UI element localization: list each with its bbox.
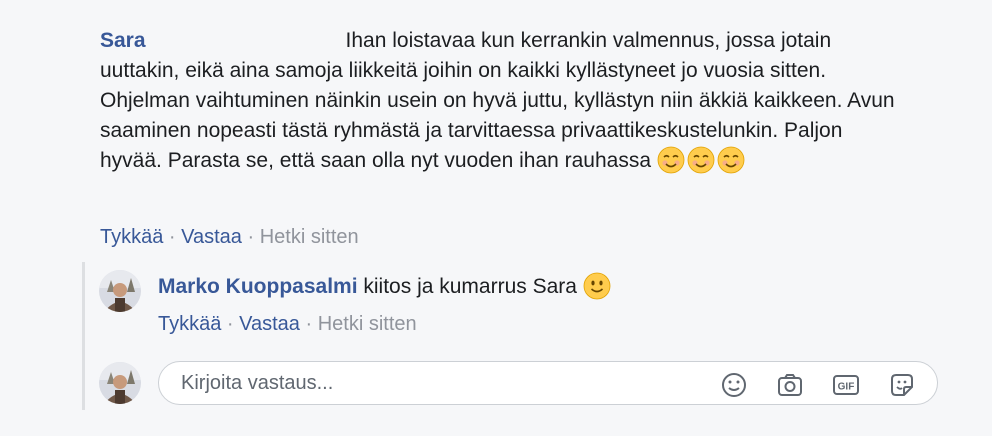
- current-user-avatar: [99, 362, 141, 404]
- reply-thread-line: [82, 262, 85, 410]
- separator: ·: [221, 313, 240, 335]
- reply-actions: Tykkää · Vastaa · Hetki sitten: [158, 312, 417, 336]
- gif-icon[interactable]: GIF: [831, 370, 861, 400]
- comment-body: Sara Ihan loistavaa kun kerrankin valmenn…: [100, 26, 900, 176]
- avatar-photo: [99, 362, 141, 404]
- reply-timestamp[interactable]: Hetki sitten: [318, 313, 417, 335]
- camera-icon[interactable]: [775, 370, 805, 400]
- reply-author-avatar[interactable]: [99, 270, 141, 312]
- reply-input[interactable]: Kirjoita vastaus... GIF: [158, 361, 938, 405]
- reply-link[interactable]: Vastaa: [181, 226, 242, 248]
- like-link[interactable]: Tykkää: [100, 226, 163, 248]
- smiling-face-icon: [717, 146, 745, 174]
- comment-text: Ihan loistavaa kun kerrankin valmennus, …: [100, 29, 895, 172]
- separator: ·: [241, 226, 260, 248]
- reply-author-link[interactable]: Marko Kuoppasalmi: [158, 275, 358, 298]
- reply-link[interactable]: Vastaa: [239, 313, 300, 335]
- sticker-icon[interactable]: [887, 370, 917, 400]
- reply-text: kiitos ja kumarrus Sara: [363, 275, 577, 298]
- emoji-icon[interactable]: [719, 370, 749, 400]
- reply-body: Marko Kuoppasalmi kiitos ja kumarrus Sar…: [158, 272, 613, 302]
- slightly-smiling-face-icon: [583, 272, 611, 300]
- svg-text:GIF: GIF: [838, 382, 855, 393]
- like-link[interactable]: Tykkää: [158, 313, 221, 335]
- comment-author-link[interactable]: Sara: [100, 29, 146, 52]
- avatar-photo: [99, 270, 141, 312]
- smiling-face-icon: [687, 146, 715, 174]
- comment-timestamp[interactable]: Hetki sitten: [260, 226, 359, 248]
- comment-actions: Tykkää · Vastaa · Hetki sitten: [100, 225, 359, 249]
- smiling-face-icon: [657, 146, 685, 174]
- separator: ·: [163, 226, 182, 248]
- reply-input-placeholder: Kirjoita vastaus...: [181, 372, 334, 394]
- separator: ·: [299, 313, 318, 335]
